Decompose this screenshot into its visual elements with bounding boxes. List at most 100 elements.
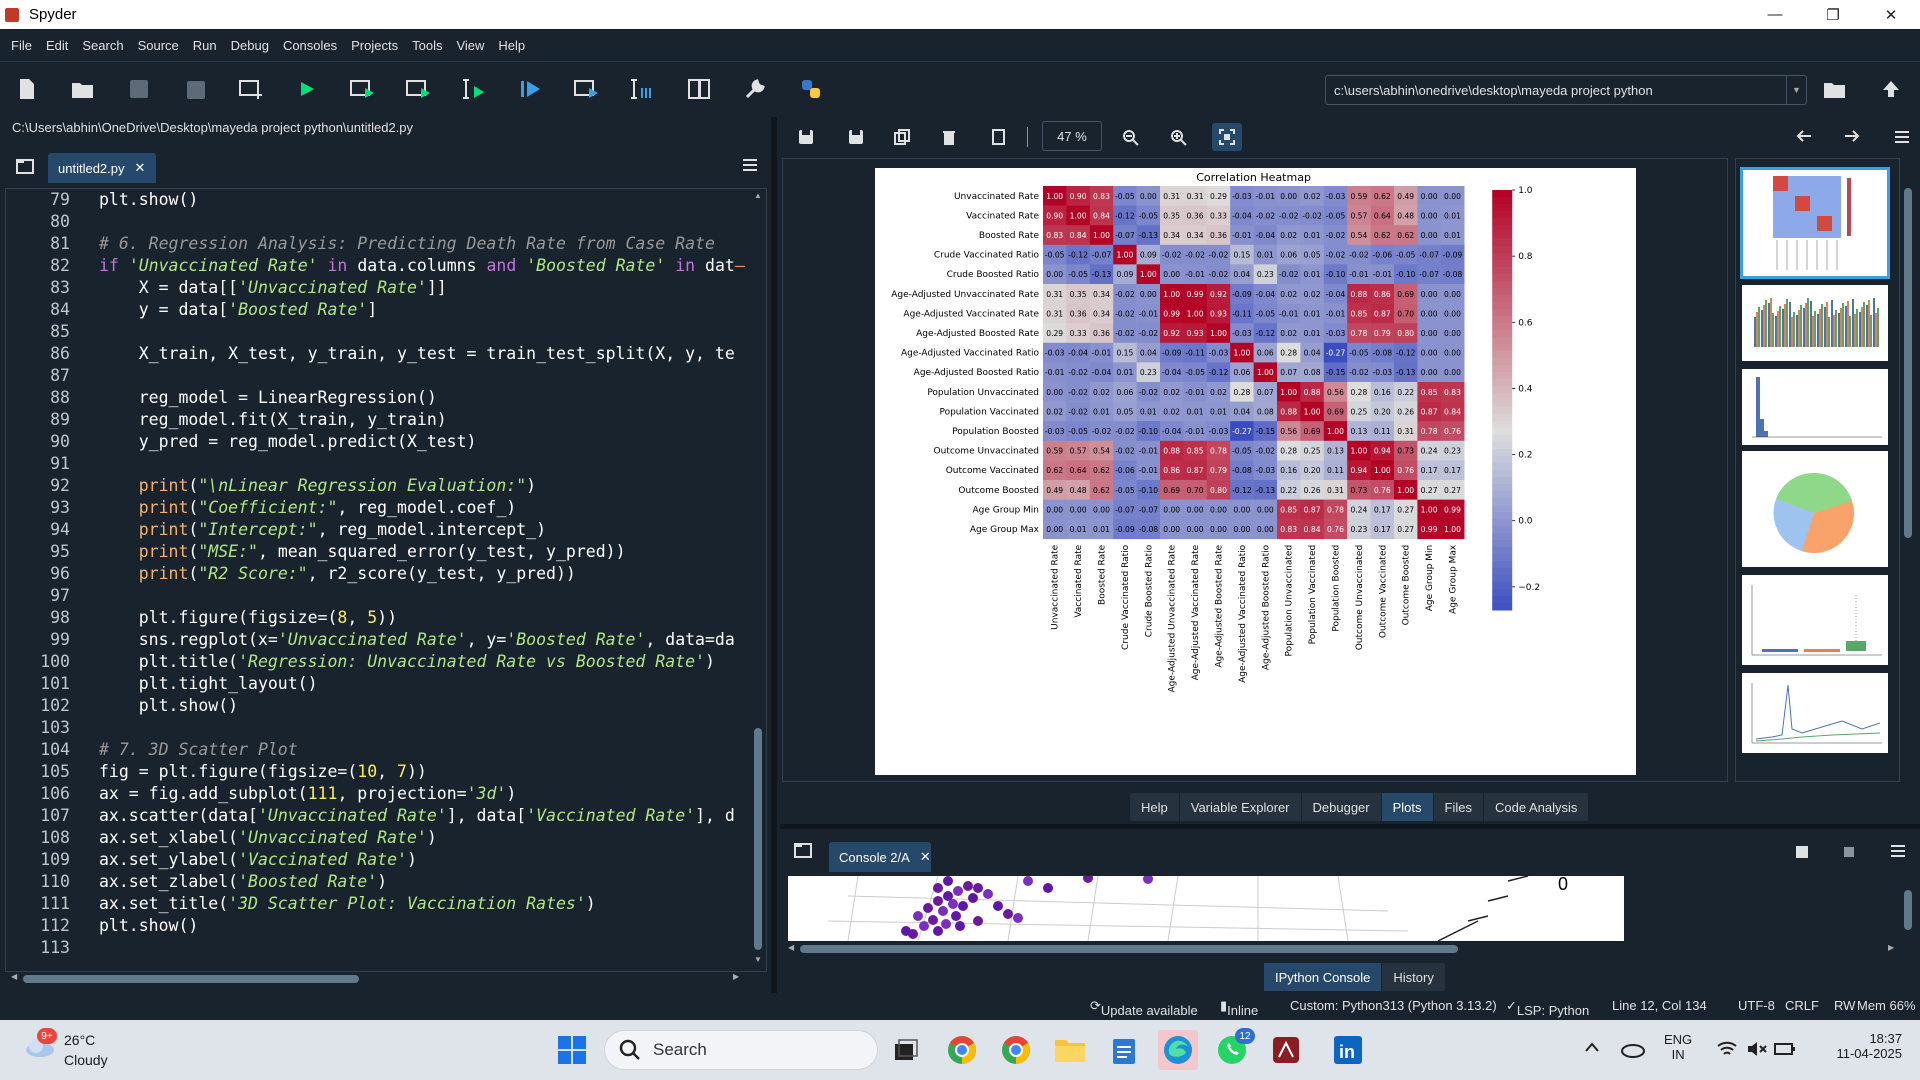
tab-variable-explorer[interactable]: Variable Explorer	[1180, 793, 1302, 821]
editor-horizontal-scrollbar[interactable]: ◀ ▶	[11, 972, 744, 985]
chevron-down-icon[interactable]: ▼	[1786, 76, 1806, 104]
scrollbar-thumb[interactable]	[1904, 188, 1912, 538]
console-vertical-scrollbar[interactable]	[1902, 880, 1914, 940]
tab-help[interactable]: Help	[1130, 793, 1180, 821]
working-directory-combo[interactable]: c:\users\abhin\onedrive\desktop\mayeda p…	[1325, 75, 1807, 105]
menu-edit[interactable]: Edit	[39, 38, 75, 53]
thumbnail-heatmap[interactable]	[1740, 167, 1890, 279]
menu-debug[interactable]: Debug	[224, 38, 276, 53]
stop-kernel-icon[interactable]	[1844, 846, 1856, 864]
menu-source[interactable]: Source	[131, 38, 186, 53]
new-cell-icon[interactable]	[238, 76, 264, 102]
save-all-icon[interactable]	[182, 76, 208, 102]
thumbnail-pie-chart[interactable]	[1742, 451, 1888, 567]
scrollbar-thumb[interactable]	[1904, 890, 1912, 930]
inline-backend-status[interactable]: ▮ Inline	[1220, 998, 1258, 1018]
save-all-plots-icon[interactable]	[846, 129, 864, 150]
console-horizontal-scrollbar[interactable]: ◀ ▶	[788, 943, 1900, 955]
scroll-left-icon[interactable]: ◀	[788, 943, 794, 952]
run-selection-icon[interactable]	[462, 76, 488, 102]
file-explorer-icon[interactable]	[1050, 1030, 1090, 1070]
browse-folder-icon[interactable]	[1822, 76, 1848, 102]
close-tab-icon[interactable]: ✕	[135, 160, 146, 176]
tab-ipython-console[interactable]: IPython Console	[1264, 963, 1383, 991]
parent-directory-icon[interactable]	[1878, 76, 1904, 102]
copy-plot-icon[interactable]	[894, 129, 910, 150]
wifi-icon[interactable]	[1716, 1040, 1738, 1063]
fit-plot-icon[interactable]	[1212, 123, 1242, 151]
thumbnails-scrollbar[interactable]	[1902, 158, 1914, 782]
minimize-button[interactable]: —	[1746, 0, 1804, 29]
tab-untitled2[interactable]: untitled2.py ✕	[48, 153, 156, 183]
weather-temperature[interactable]: 26°C	[64, 1032, 95, 1048]
scroll-right-icon[interactable]: ▶	[1888, 943, 1894, 952]
tab-debugger[interactable]: Debugger	[1302, 793, 1382, 821]
maximize-button[interactable]: ❐	[1804, 0, 1862, 29]
volume-muted-icon[interactable]	[1746, 1040, 1768, 1063]
scrollbar-thumb[interactable]	[800, 945, 1458, 953]
python-path-icon[interactable]	[798, 76, 824, 102]
tab-code-analysis[interactable]: Code Analysis	[1484, 793, 1590, 821]
windows-start-icon[interactable]	[552, 1030, 592, 1070]
plots-options-menu-icon[interactable]	[1894, 130, 1910, 149]
chrome-icon[interactable]	[942, 1030, 982, 1070]
clock[interactable]: 18:37 11-04-2025	[1816, 1031, 1902, 1061]
new-file-icon[interactable]	[14, 76, 40, 102]
code-text-area[interactable]: plt.show() # 6. Regression Analysis: Pred…	[99, 189, 749, 971]
save-plot-icon[interactable]	[798, 129, 814, 150]
zoom-in-icon[interactable]	[1170, 129, 1188, 152]
tab-history[interactable]: History	[1382, 963, 1446, 991]
run-icon[interactable]	[294, 76, 320, 102]
tab-console[interactable]: Console 2/A ✕	[829, 842, 931, 872]
remove-variables-icon[interactable]	[1795, 843, 1809, 864]
menu-run[interactable]: Run	[186, 38, 224, 53]
browse-consoles-icon[interactable]	[794, 842, 812, 863]
scroll-right-icon[interactable]: ▶	[733, 972, 739, 981]
linkedin-icon[interactable]: in	[1328, 1030, 1368, 1070]
code-editor[interactable]: 79 80 81 82 83 84 85 86 87 88 89 90 91 92 93 94 95 96 97 98…	[5, 188, 767, 983]
zoom-out-icon[interactable]	[1122, 129, 1140, 152]
next-plot-icon[interactable]	[1844, 129, 1860, 148]
debug-cell-icon[interactable]	[574, 76, 600, 102]
zoom-level-field[interactable]: 47 %	[1042, 121, 1102, 151]
scroll-left-icon[interactable]: ◀	[11, 972, 17, 981]
weather-condition[interactable]: Cloudy	[64, 1052, 108, 1068]
browse-tabs-icon[interactable]	[16, 158, 34, 179]
task-view-icon[interactable]	[886, 1030, 926, 1070]
menu-projects[interactable]: Projects	[344, 38, 405, 53]
save-icon[interactable]	[126, 76, 152, 102]
scroll-down-icon[interactable]: ▼	[754, 955, 762, 964]
maximize-pane-icon[interactable]	[686, 76, 712, 102]
update-status[interactable]: ⟳ Update available	[1090, 998, 1198, 1018]
remove-plot-icon[interactable]	[942, 129, 956, 150]
scrollbar-thumb[interactable]	[754, 728, 762, 950]
interpreter-status[interactable]: Custom: Python313 (Python 3.13.2)	[1290, 998, 1497, 1013]
previous-plot-icon[interactable]	[1796, 129, 1812, 148]
close-console-icon[interactable]: ✕	[920, 849, 931, 865]
menu-tools[interactable]: Tools	[405, 38, 449, 53]
thumbnail-histogram[interactable]	[1742, 369, 1888, 445]
language-indicator[interactable]: ENG IN	[1664, 1032, 1692, 1062]
edge-icon[interactable]	[1158, 1030, 1198, 1070]
horizontal-splitter[interactable]	[780, 824, 1920, 829]
battery-icon[interactable]	[1774, 1040, 1796, 1063]
editor-options-menu-icon[interactable]	[742, 158, 758, 177]
run-cell-advance-icon[interactable]	[406, 76, 432, 102]
chevron-up-icon[interactable]	[1584, 1040, 1600, 1058]
menu-search[interactable]: Search	[75, 38, 130, 53]
thumbnail-bar-chart[interactable]	[1742, 285, 1888, 361]
menu-file[interactable]: File	[4, 38, 39, 53]
remove-all-plots-icon[interactable]	[990, 129, 1006, 150]
menu-view[interactable]: View	[449, 38, 491, 53]
thumbnail-line-chart[interactable]	[1742, 673, 1888, 753]
onedrive-cloud-icon[interactable]	[1620, 1040, 1646, 1063]
spyder-taskbar-icon[interactable]	[1266, 1030, 1306, 1070]
menu-help[interactable]: Help	[491, 38, 532, 53]
editor-vertical-scrollbar[interactable]: ▲ ▼	[753, 191, 763, 964]
debug-icon[interactable]	[518, 76, 544, 102]
lsp-status[interactable]: ✓ LSP: Python	[1506, 998, 1589, 1018]
notepad-icon[interactable]	[1104, 1030, 1144, 1070]
run-cell-icon[interactable]	[350, 76, 376, 102]
open-file-icon[interactable]	[70, 76, 96, 102]
preferences-wrench-icon[interactable]	[742, 76, 768, 102]
